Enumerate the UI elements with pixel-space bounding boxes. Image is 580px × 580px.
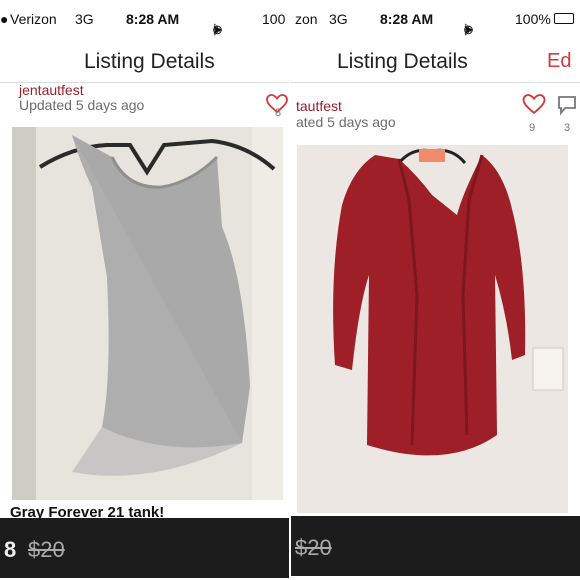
carrier-label: zon xyxy=(295,11,318,27)
original-price: $20 xyxy=(295,535,332,560)
clock: 8:28 AM xyxy=(380,11,434,27)
bluetooth-icon: ᛒ xyxy=(212,22,220,37)
original-price: $20 xyxy=(28,537,65,562)
battery-icon xyxy=(554,13,574,24)
updated-timestamp: ated 5 days ago xyxy=(296,114,396,130)
listing-price: 8 xyxy=(4,537,17,562)
battery-percent: 100 xyxy=(262,11,286,27)
like-button[interactable] xyxy=(522,94,546,120)
carrier-label: Verizon xyxy=(10,11,57,27)
bluetooth-icon: ᛒ xyxy=(463,22,471,37)
nav-bar: Listing Details xyxy=(0,38,289,83)
seller-username[interactable]: jentautfest xyxy=(19,82,84,98)
seller-username[interactable]: tautfest xyxy=(296,98,342,114)
page-title: Listing Details xyxy=(337,50,468,73)
listing-screen-left: ● Verizon 3G 8:28 AM ⊛ ➤ ᛒ 100 Listing D… xyxy=(0,0,289,580)
status-bar: zon 3G 8:28 AM ⊛ ➤ ᛒ 100% xyxy=(291,0,580,37)
status-bar: ● Verizon 3G 8:28 AM ⊛ ➤ ᛒ 100 xyxy=(0,0,289,37)
red-cardigan-photo xyxy=(297,145,568,513)
clock: 8:28 AM xyxy=(126,11,180,27)
battery-percent: 100% xyxy=(515,11,551,27)
network-label: 3G xyxy=(75,11,94,27)
listing-screen-right: zon 3G 8:28 AM ⊛ ➤ ᛒ 100% Listing Detail… xyxy=(291,0,580,580)
like-count: 8 xyxy=(275,107,282,119)
price-bar: $20 xyxy=(291,516,580,576)
page-title: Listing Details xyxy=(84,50,215,73)
price-bar: 8 $20 xyxy=(0,518,289,578)
comment-count: 3 xyxy=(564,122,571,134)
updated-timestamp: Updated 5 days ago xyxy=(19,97,145,113)
heart-icon xyxy=(522,94,546,115)
gray-tank-photo xyxy=(12,127,283,500)
like-count: 9 xyxy=(529,122,536,134)
listing-photo[interactable] xyxy=(297,145,568,513)
edit-button[interactable]: Ed xyxy=(547,50,571,73)
comment-button[interactable] xyxy=(556,94,578,121)
signal-icon: ● xyxy=(0,11,9,27)
listing-photo[interactable] xyxy=(12,127,283,500)
nav-bar: Listing Details Ed xyxy=(291,38,580,83)
comment-icon xyxy=(558,96,576,116)
network-label: 3G xyxy=(329,11,348,27)
